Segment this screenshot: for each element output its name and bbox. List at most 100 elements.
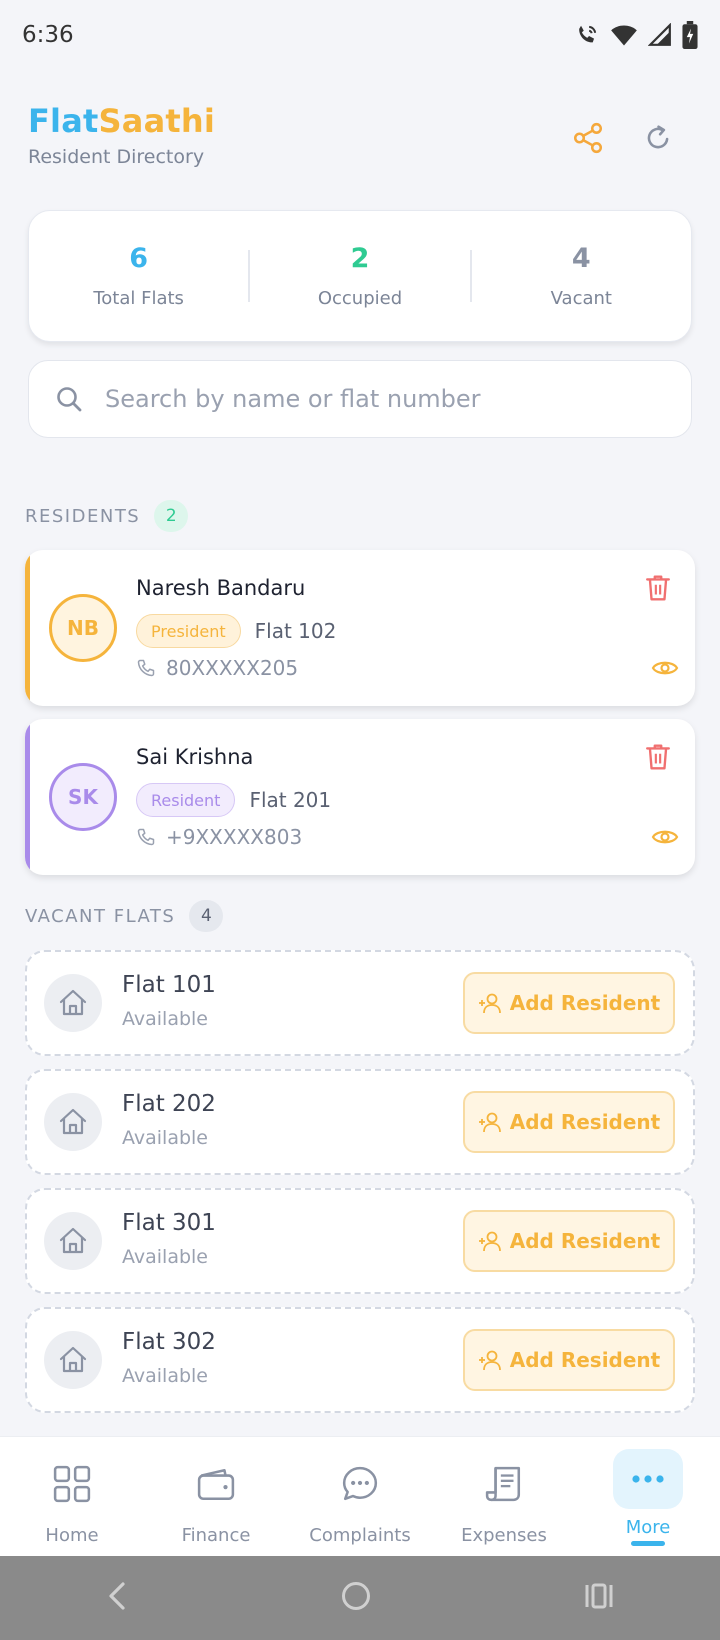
search-input[interactable] [105,385,665,413]
vacant-section-header: VACANT FLATS 4 [25,900,224,932]
add-user-icon [478,1112,501,1133]
add-resident-label: Add Resident [509,991,661,1015]
section-title: RESIDENTS [25,505,141,527]
eye-icon [651,661,679,675]
receipt-icon [485,1461,523,1507]
nav-label: Home [45,1525,99,1546]
recents-icon [585,1583,613,1609]
wifi-calling-icon [574,22,600,48]
house-icon [44,974,102,1032]
brand-part-flat: Flat [28,102,99,140]
view-resident-button[interactable] [651,827,679,851]
back-button[interactable] [105,1580,129,1616]
system-nav-bar [0,1556,720,1640]
trash-icon [646,744,670,770]
search-bar [28,360,692,438]
delete-resident-button[interactable] [645,574,671,606]
chat-bubble-icon [341,1461,379,1507]
flat-number: Flat 102 [254,619,337,643]
stat-value: 4 [571,243,591,274]
flat-name: Flat 301 [122,1210,216,1236]
vacant-flat-card: Flat 202 Available Add Resident [25,1069,695,1175]
home-button[interactable] [340,1580,372,1616]
nav-complaints[interactable]: Complaints [288,1437,432,1556]
stat-value: 2 [350,243,370,274]
phone-number: 80XXXXX205 [166,656,299,680]
add-resident-button[interactable]: Add Resident [463,972,675,1034]
stat-total-flats: 6 Total Flats [29,243,248,309]
vacant-count-badge: 4 [189,900,224,932]
nav-more[interactable]: More [576,1437,720,1556]
add-resident-label: Add Resident [509,1348,661,1372]
flat-status: Available [122,1365,209,1387]
phone-icon [137,659,155,677]
eye-icon [651,830,679,844]
house-icon [44,1331,102,1389]
add-resident-button[interactable]: Add Resident [463,1210,675,1272]
stat-occupied: 2 Occupied [250,243,469,309]
house-icon [44,1212,102,1270]
house-icon [44,1093,102,1151]
vacant-flat-card: Flat 301 Available Add Resident [25,1188,695,1294]
recents-button[interactable] [583,1582,615,1614]
nav-label: Expenses [461,1525,547,1546]
active-tab-indicator [631,1541,665,1546]
wifi-icon [610,22,638,48]
header-actions [568,118,678,158]
nav-home[interactable]: Home [0,1437,144,1556]
add-resident-button[interactable]: Add Resident [463,1091,675,1153]
phone-row: 80XXXXX205 [136,656,298,680]
brand-part-saathi: Saathi [98,102,216,140]
role-row: Resident Flat 201 [136,783,331,817]
stat-label: Total Flats [93,288,184,309]
resident-card[interactable]: NB Naresh Bandaru President Flat 102 80X… [25,550,695,706]
flat-number: Flat 201 [249,788,332,812]
delete-resident-button[interactable] [645,743,671,775]
back-chevron-icon [109,1582,125,1610]
vacant-flat-card: Flat 101 Available Add Resident [25,950,695,1056]
add-resident-button[interactable]: Add Resident [463,1329,675,1391]
role-badge: Resident [136,783,236,817]
share-button[interactable] [568,118,608,158]
stats-summary-card: 6 Total Flats 2 Occupied 4 Vacant [28,210,692,342]
wallet-icon [197,1461,235,1507]
refresh-icon [647,125,669,149]
avatar: SK [49,763,117,831]
phone-row: +9XXXXX803 [136,825,302,849]
add-user-icon [478,1231,501,1252]
resident-name: Naresh Bandaru [136,576,306,600]
card-accent-bar [25,550,30,706]
nav-expenses[interactable]: Expenses [432,1437,576,1556]
home-circle-icon [341,1582,370,1610]
role-badge: President [136,614,241,648]
phone-number: +9XXXXX803 [166,825,303,849]
stat-value: 6 [129,243,149,274]
flat-name: Flat 101 [122,972,216,998]
role-row: President Flat 102 [136,614,336,648]
grid-icon [53,1461,91,1507]
app-header: FlatSaathi Resident Directory [28,102,692,172]
resident-name: Sai Krishna [136,745,254,769]
search-icon [57,387,82,412]
view-resident-button[interactable] [651,658,679,682]
nav-finance[interactable]: Finance [144,1437,288,1556]
nav-label: More [625,1517,671,1538]
section-title: VACANT FLATS [25,905,176,927]
add-user-icon [478,1350,501,1371]
resident-card[interactable]: SK Sai Krishna Resident Flat 201 +9XXXXX… [25,719,695,875]
add-resident-label: Add Resident [509,1110,661,1134]
flat-status: Available [122,1127,209,1149]
refresh-button[interactable] [638,118,678,158]
flat-name: Flat 202 [122,1091,216,1117]
more-dots-icon [613,1449,683,1509]
flat-name: Flat 302 [122,1329,216,1355]
signal-icon [648,23,672,47]
status-icons [574,21,698,49]
stat-label: Occupied [317,288,403,309]
nav-label: Complaints [309,1525,411,1546]
share-icon [573,122,603,154]
avatar: NB [49,594,117,662]
vacant-flat-card: Flat 302 Available Add Resident [25,1307,695,1413]
flat-status: Available [122,1246,209,1268]
trash-icon [646,575,670,601]
